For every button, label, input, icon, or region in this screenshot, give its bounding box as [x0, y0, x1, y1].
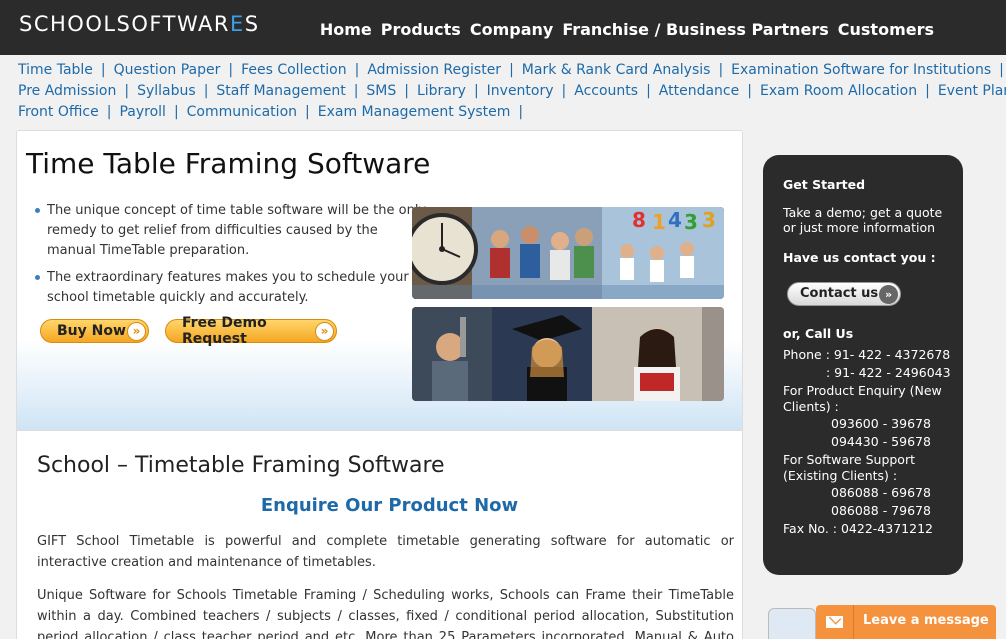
students-photo-icon	[412, 307, 724, 401]
subnav-link[interactable]: Fees Collection	[241, 62, 347, 78]
feature-item: The unique concept of time table softwar…	[35, 201, 430, 261]
top-nav: Home Products Company Franchise / Busine…	[320, 20, 934, 39]
description-paragraph: Unique Software for Schools Timetable Fr…	[37, 588, 734, 639]
buy-now-button[interactable]: Buy Now »	[40, 319, 149, 343]
envelope-icon	[816, 605, 854, 639]
banner-photo-collage: 8 1 4 3 3	[412, 201, 724, 401]
subnav-link[interactable]: Event Planning	[938, 83, 1006, 99]
phone-line: : 91- 422 - 2496043	[826, 365, 951, 380]
enquiry-number: 094430 - 59678	[831, 434, 931, 449]
subnav-link[interactable]: Admission Register	[367, 62, 501, 78]
classroom-photo-icon: 8 1 4 3 3	[412, 207, 724, 299]
logo-text: SCHOOLSOFTWAR	[19, 12, 231, 36]
enquiry-label: For Product Enquiry (New Clients) :	[783, 383, 942, 414]
leave-message-label: Leave a message	[863, 613, 989, 628]
nav-franchise[interactable]: Franchise / Business Partners	[562, 20, 828, 39]
subnav-link[interactable]: Pre Admission	[18, 83, 116, 99]
svg-text:8: 8	[632, 208, 646, 232]
banner-title: Time Table Framing Software	[26, 147, 431, 180]
subnav-link[interactable]: Accounts	[574, 83, 638, 99]
feature-item: The extraordinary features makes you to …	[35, 268, 430, 308]
contact-heading: Have us contact you :	[783, 250, 936, 265]
subnav-link[interactable]: Front Office	[18, 104, 99, 120]
subnav-link[interactable]: Time Table	[18, 62, 93, 78]
nav-products[interactable]: Products	[381, 20, 461, 39]
support-number: 086088 - 79678	[831, 503, 931, 518]
nav-company[interactable]: Company	[470, 20, 553, 39]
subnav-link[interactable]: Library	[417, 83, 466, 99]
subnav-link[interactable]: Payroll	[119, 104, 165, 120]
contact-sidebar: Get Started Take a demo; get a quote or …	[763, 155, 963, 575]
main-content: Time Table Framing Software The unique c…	[16, 130, 743, 639]
subnav-link[interactable]: Exam Management System	[318, 104, 511, 120]
svg-text:4: 4	[668, 208, 682, 232]
subnav-link[interactable]: Communication	[187, 104, 297, 120]
subnav-link[interactable]: Staff Management	[216, 83, 345, 99]
subnav-link[interactable]: Examination Software for Institutions	[731, 62, 991, 78]
chevron-right-icon: »	[315, 322, 334, 341]
subnav-link[interactable]: Syllabus	[137, 83, 196, 99]
nav-home[interactable]: Home	[320, 20, 372, 39]
nav-customers[interactable]: Customers	[838, 20, 934, 39]
svg-text:1: 1	[652, 210, 666, 234]
demo-text: Take a demo; get a quote or just more in…	[783, 205, 943, 235]
section-title: School – Timetable Framing Software	[37, 453, 445, 478]
fax-line: Fax No. : 0422-4371212	[783, 521, 933, 536]
subnav-link[interactable]: Exam Room Allocation	[760, 83, 917, 99]
get-started-heading: Get Started	[783, 177, 866, 192]
subnav-link[interactable]: SMS	[366, 83, 396, 99]
svg-text:3: 3	[702, 208, 716, 232]
site-header: SCHOOLSOFTWARES Home Products Company Fr…	[0, 0, 1006, 55]
support-label: For Software Support (Existing Clients) …	[783, 452, 915, 483]
photo-bottom-strip	[412, 307, 724, 401]
chevron-right-icon: »	[127, 322, 146, 341]
free-demo-button[interactable]: Free Demo Request »	[165, 315, 337, 347]
logo-accent: E	[230, 12, 245, 36]
subnav-link[interactable]: Inventory	[487, 83, 554, 99]
chevron-right-icon: »	[879, 285, 898, 304]
contact-us-label: Contact us	[800, 286, 879, 301]
call-us-heading: or, Call Us	[783, 326, 854, 341]
subnav-link[interactable]: Question Paper	[114, 62, 221, 78]
support-number: 086088 - 69678	[831, 485, 931, 500]
subnav-row-3: Front Office | Payroll | Communication | Exam …	[18, 104, 524, 120]
logo-tail: S	[244, 12, 260, 36]
subnav-row-1: Time Table | Question Paper | Fees Collectio…	[18, 62, 1004, 78]
buy-now-label: Buy Now	[57, 323, 126, 339]
subnav-row-2: Pre Admission | Syllabus | Staff Management |…	[18, 81, 1006, 102]
contact-us-button[interactable]: Contact us »	[787, 282, 901, 306]
product-subnav: Time Table | Question Paper | Fees Collectio…	[18, 60, 1006, 123]
subnav-link[interactable]: Mark & Rank Card Analysis	[522, 62, 711, 78]
enquire-link[interactable]: Enquire Our Product Now	[17, 495, 742, 516]
chat-avatar-icon[interactable]	[768, 608, 816, 639]
phone-line: Phone : 91- 422 - 4372678	[783, 347, 951, 362]
enquiry-number: 093600 - 39678	[831, 416, 931, 431]
site-logo[interactable]: SCHOOLSOFTWARES	[19, 12, 260, 36]
description-paragraph: GIFT School Timetable is powerful and co…	[37, 534, 734, 570]
subnav-link[interactable]: Attendance	[659, 83, 739, 99]
svg-text:3: 3	[684, 210, 698, 234]
free-demo-label: Free Demo Request	[182, 315, 267, 347]
feature-list: The unique concept of time table softwar…	[35, 201, 430, 315]
hero-banner: Time Table Framing Software The unique c…	[17, 131, 742, 431]
photo-top-strip: 8 1 4 3 3	[412, 207, 724, 299]
leave-message-button[interactable]: Leave a message	[816, 605, 996, 639]
